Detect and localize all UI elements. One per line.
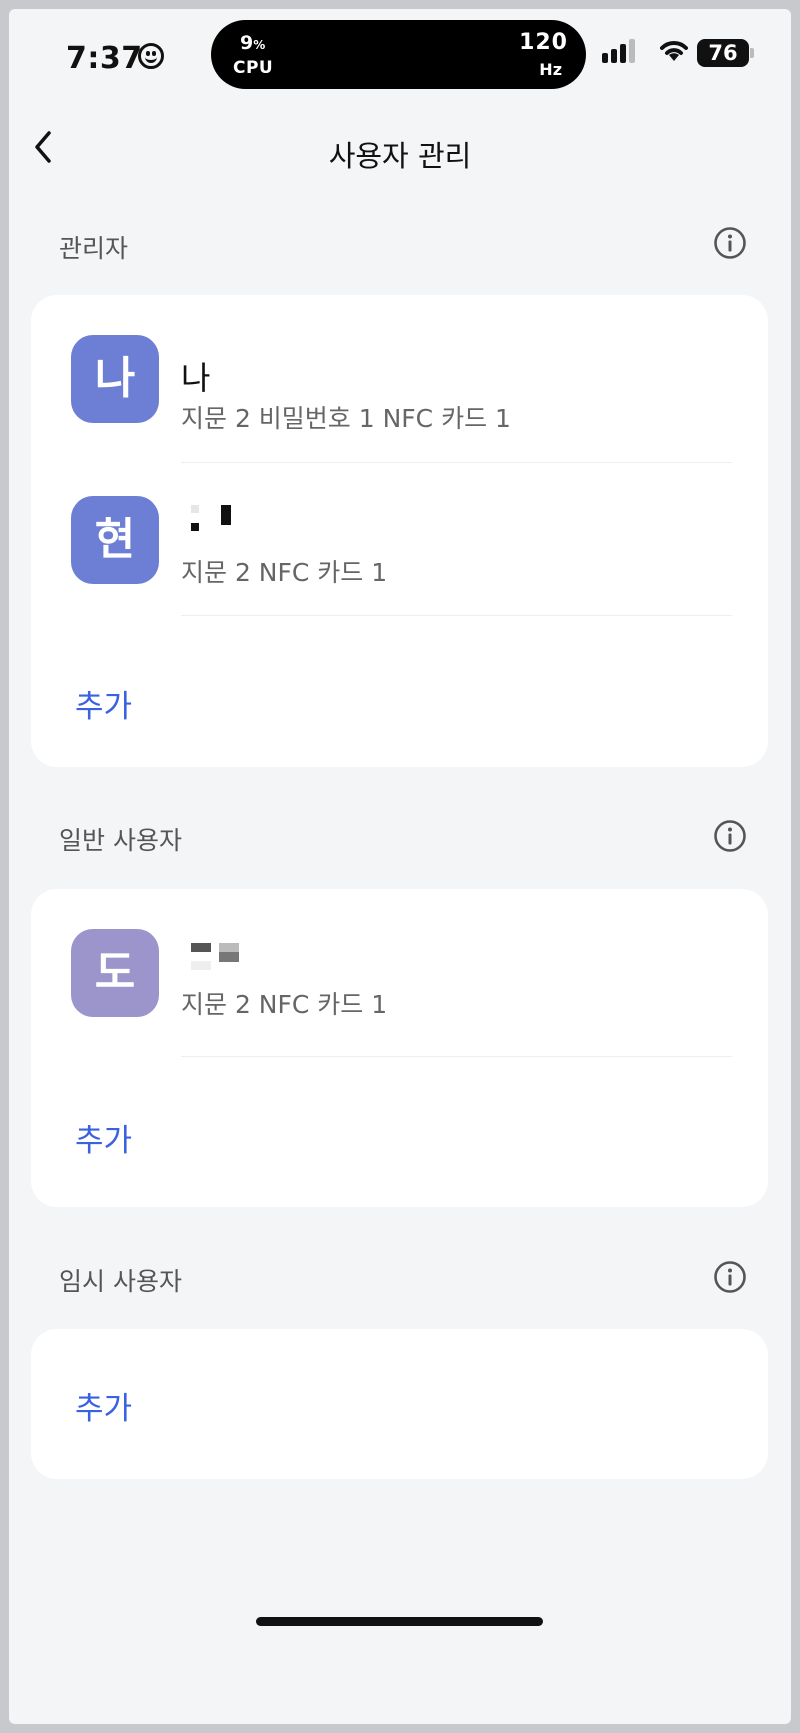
add-general-user-button[interactable]: 추가 (75, 1115, 132, 1160)
cpu-percent: 9% (240, 32, 266, 54)
redacted-pixel (219, 952, 239, 962)
battery-tip (750, 48, 754, 58)
app-screen: 7:37 9% CPU 120 Hz 76 사용자 관리 관리자 나 나 지문 … (9, 9, 791, 1724)
cellular-signal-icon (602, 39, 642, 63)
general-users-card: 도 지문 2 NFC 카드 1 추가 (31, 889, 768, 1207)
wifi-icon (660, 41, 688, 61)
add-temporary-user-button[interactable]: 추가 (75, 1383, 132, 1428)
user-credentials: 지문 2 비밀번호 1 NFC 카드 1 (181, 404, 511, 433)
section-title-temporary: 임시 사용자 (59, 1267, 182, 1296)
info-icon[interactable] (713, 819, 747, 853)
divider (181, 615, 732, 616)
divider (181, 1056, 732, 1057)
status-time: 7:37 (66, 41, 143, 76)
battery-level: 76 (697, 39, 749, 67)
smiley-icon (138, 43, 164, 69)
add-admin-button[interactable]: 추가 (75, 681, 132, 726)
page-title: 사용자 관리 (328, 139, 472, 173)
cpu-label: CPU (233, 58, 274, 78)
redacted-pixel (219, 943, 239, 952)
redacted-pixel (191, 523, 199, 531)
section-title-admin: 관리자 (59, 234, 129, 263)
redacted-pixel (191, 943, 211, 952)
refresh-rate-unit: Hz (539, 60, 562, 79)
list-item[interactable]: 나 나 지문 2 비밀번호 1 NFC 카드 1 (31, 295, 768, 463)
list-item[interactable]: 현 지문 2 NFC 카드 1 (31, 463, 768, 616)
redacted-pixel (191, 961, 211, 970)
redacted-pixel (191, 505, 199, 513)
user-credentials: 지문 2 NFC 카드 1 (181, 990, 388, 1019)
info-icon[interactable] (713, 1260, 747, 1294)
dynamic-island: 9% CPU 120 Hz (211, 20, 586, 89)
list-item[interactable]: 도 지문 2 NFC 카드 1 (31, 889, 768, 1057)
avatar: 나 (71, 335, 159, 423)
user-name: 나 (181, 359, 211, 397)
temporary-users-card: 추가 (31, 1329, 768, 1479)
admin-card: 나 나 지문 2 비밀번호 1 NFC 카드 1 현 지문 2 NFC 카드 1… (31, 295, 768, 767)
home-indicator[interactable] (256, 1617, 543, 1626)
info-icon[interactable] (713, 226, 747, 260)
section-title-general: 일반 사용자 (59, 826, 182, 855)
refresh-rate: 120 (519, 30, 568, 55)
user-credentials: 지문 2 NFC 카드 1 (181, 558, 388, 587)
avatar: 현 (71, 496, 159, 584)
avatar: 도 (71, 929, 159, 1017)
redacted-pixel (221, 505, 231, 525)
